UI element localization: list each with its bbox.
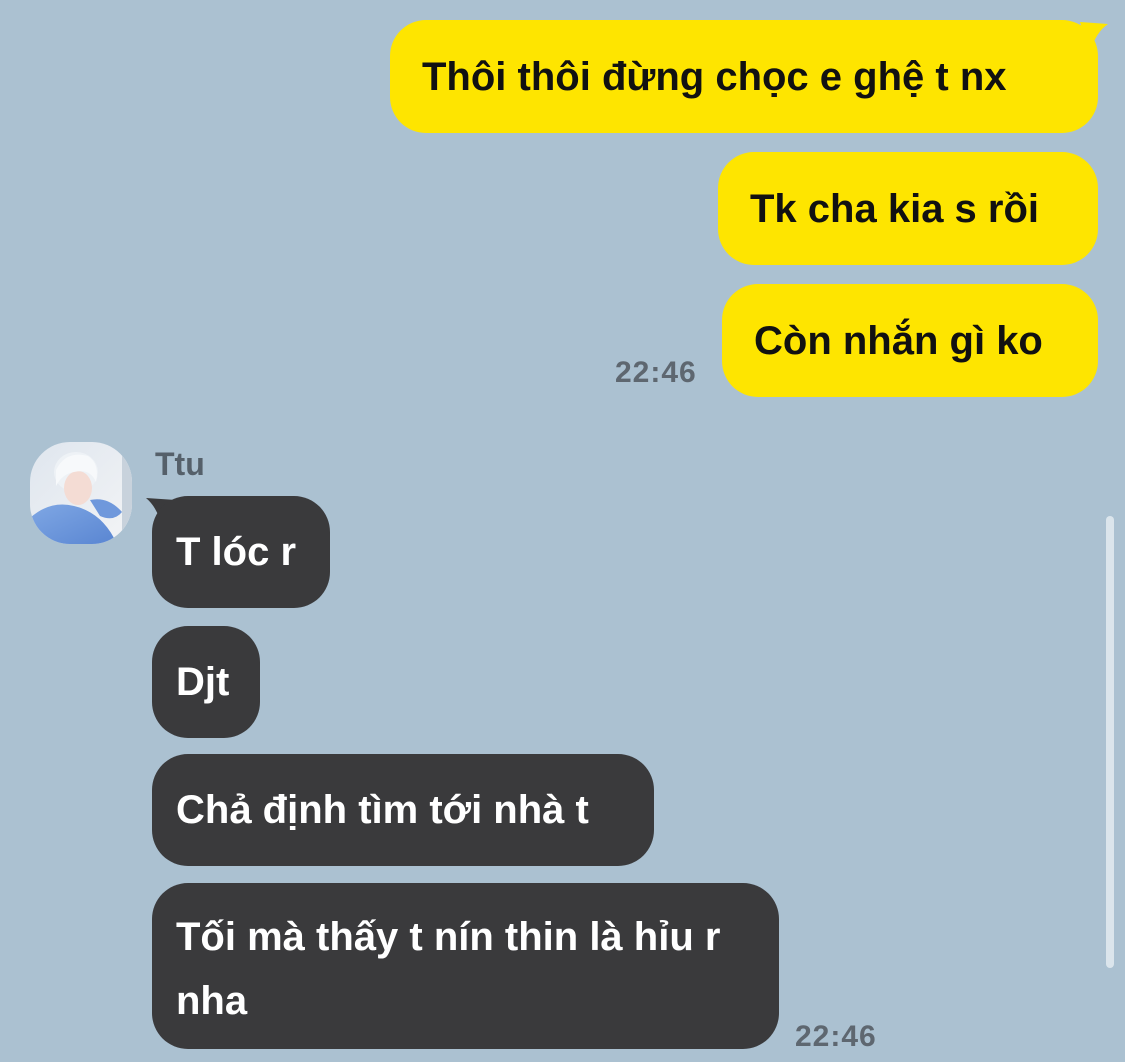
message-text: Tối mà thấy t nín thin là hỉu r nha (176, 915, 721, 1023)
incoming-message[interactable]: Chả định tìm tới nhà t (152, 754, 654, 866)
outgoing-timestamp: 22:46 (615, 356, 697, 389)
incoming-message[interactable]: T lóc r (152, 496, 330, 608)
message-text: Thôi thôi đừng chọc e ghệ t nx (422, 54, 1007, 99)
chat-area[interactable]: Thôi thôi đừng chọc e ghệ t nx Tk cha ki… (0, 0, 1125, 1062)
incoming-message[interactable]: Tối mà thấy t nín thin là hỉu r nha (152, 883, 779, 1049)
avatar-photo (30, 442, 132, 544)
outgoing-message[interactable]: Tk cha kia s rồi (718, 152, 1098, 265)
message-text: Chả định tìm tới nhà t (176, 788, 589, 832)
outgoing-message[interactable]: Còn nhắn gì ko (722, 284, 1098, 397)
bubble-tail-icon (1080, 22, 1108, 52)
incoming-timestamp: 22:46 (795, 1020, 877, 1053)
scrollbar[interactable] (1106, 516, 1114, 968)
message-text: Còn nhắn gì ko (754, 318, 1043, 363)
message-text: Tk cha kia s rồi (750, 186, 1040, 231)
incoming-message[interactable]: Djt (152, 626, 260, 738)
message-text: Djt (176, 660, 230, 704)
message-text: T lóc r (176, 530, 297, 574)
avatar[interactable] (30, 442, 132, 544)
sender-name: Ttu (155, 446, 205, 482)
outgoing-message[interactable]: Thôi thôi đừng chọc e ghệ t nx (390, 20, 1098, 133)
